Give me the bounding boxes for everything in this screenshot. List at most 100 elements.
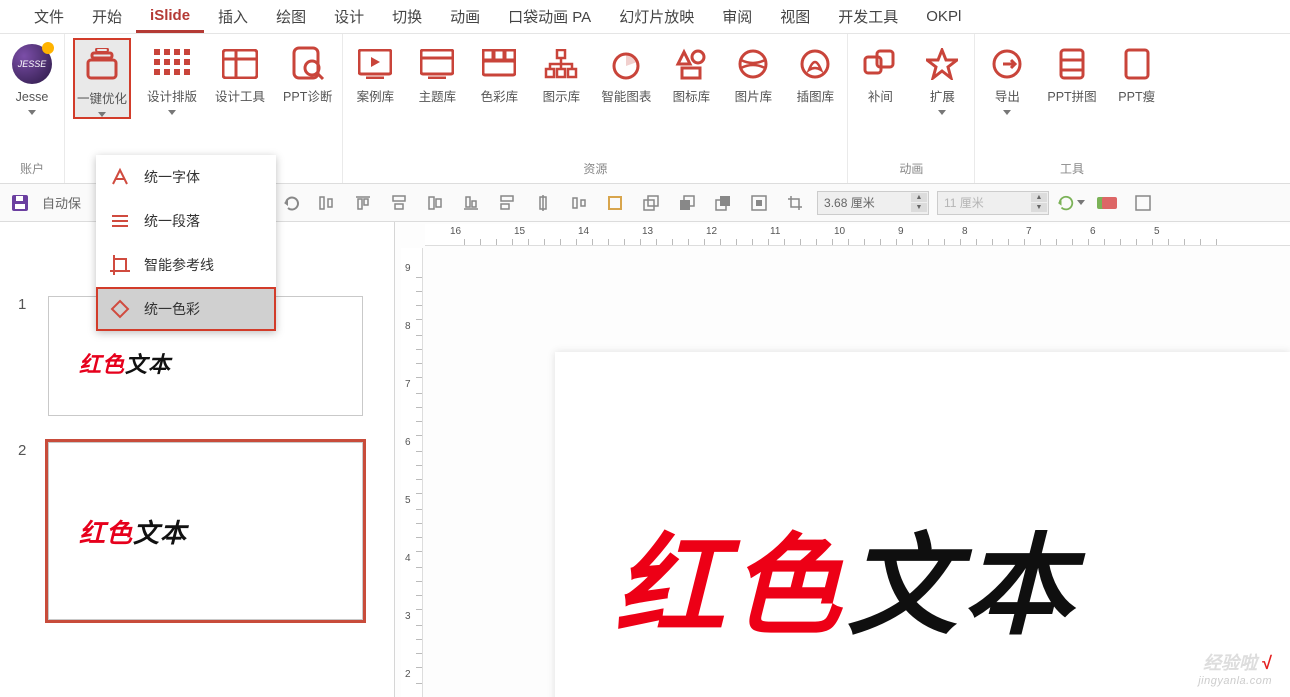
smart-guide-item[interactable]: 智能参考线 [96, 243, 276, 287]
design-tools-button[interactable]: 设计工具 [213, 38, 267, 104]
optimize-dropdown: 统一字体 统一段落 智能参考线 统一色彩 [96, 155, 276, 331]
slide-text: 红色文本 [615, 532, 1079, 642]
unify-font-item[interactable]: 统一字体 [96, 155, 276, 199]
watermark-check-icon: √ [1262, 653, 1272, 673]
tab-pocket[interactable]: 口袋动画 PA [494, 0, 605, 33]
tab-draw[interactable]: 绘图 [262, 0, 320, 33]
align-tool-4[interactable] [421, 189, 449, 217]
width-input-wrap: ▲▼ [817, 191, 929, 215]
one-key-optimize-button[interactable]: 一键优化 [73, 38, 131, 119]
undo-button[interactable] [277, 189, 305, 217]
thumb-2[interactable]: 红色文本 [48, 442, 363, 620]
shapes-icon [669, 42, 713, 86]
shape-tool-4[interactable] [709, 189, 737, 217]
ruler-horizontal: 1615141312111098765 [425, 224, 1290, 246]
font-icon [110, 167, 130, 187]
shape-tool-3[interactable] [673, 189, 701, 217]
unify-color-label: 统一色彩 [144, 299, 200, 319]
group-title-resources: 资源 [351, 158, 839, 181]
thumb-1-red: 红色 [79, 347, 125, 379]
tab-islide[interactable]: iSlide [136, 1, 204, 33]
stitch-button[interactable]: PPT拼图 [1045, 38, 1098, 104]
play-box-icon [353, 42, 397, 86]
canvas-area: 1615141312111098765 98765432 红色文本 经验啦 √ … [395, 222, 1290, 697]
ppt-diag-button[interactable]: PPT诊断 [281, 38, 334, 104]
align-tool-3[interactable] [385, 189, 413, 217]
tab-insert[interactable]: 插入 [204, 0, 262, 33]
stitch-icon [1050, 42, 1094, 86]
shape-tool-5[interactable] [745, 189, 773, 217]
extend-label: 扩展 [930, 90, 955, 104]
smart-chart-button[interactable]: 智能图表 [599, 38, 653, 104]
tools-label: 设计工具 [215, 90, 265, 104]
align-tool-1[interactable] [313, 189, 341, 217]
align-tool-8[interactable] [565, 189, 593, 217]
tab-file[interactable]: 文件 [20, 0, 78, 33]
menu-bar: 文件 开始 iSlide 插入 绘图 设计 切换 动画 口袋动画 PA 幻灯片放… [0, 0, 1290, 34]
chevron-down-icon [1003, 110, 1011, 115]
rocket-icon [793, 42, 837, 86]
optimize-icon [80, 44, 124, 88]
diagrams-button[interactable]: 图示库 [537, 38, 585, 104]
ribbon-group-anim: 补间 扩展 动画 [848, 34, 975, 183]
tween-label: 补间 [868, 90, 893, 104]
export-label: 导出 [995, 90, 1020, 104]
stitch-label: PPT拼图 [1047, 90, 1096, 104]
layout-label: 设计排版 [147, 90, 197, 104]
autosave-label: 自动保 [42, 193, 81, 212]
tab-anim[interactable]: 动画 [436, 0, 494, 33]
tab-okpl[interactable]: OKPl [912, 2, 975, 31]
export-button[interactable]: 导出 [983, 38, 1031, 115]
colors-button[interactable]: 色彩库 [475, 38, 523, 104]
themes-label: 主题库 [419, 90, 457, 104]
thumb-2-number: 2 [18, 442, 34, 620]
tab-transition[interactable]: 切换 [378, 0, 436, 33]
icons-lib-button[interactable]: 图标库 [667, 38, 715, 104]
align-tool-5[interactable] [457, 189, 485, 217]
star-icon [920, 42, 964, 86]
width-spin-down[interactable]: ▼ [911, 203, 927, 212]
thumb-1-blk: 文本 [125, 347, 171, 379]
shrink-label: PPT瘦 [1118, 90, 1155, 104]
illus-label: 插图库 [797, 90, 835, 104]
crop-tool[interactable] [781, 189, 809, 217]
smart-label: 智能图表 [601, 90, 651, 104]
tab-home[interactable]: 开始 [78, 0, 136, 33]
watermark-text: 经验啦 [1203, 653, 1257, 673]
height-spin-up[interactable]: ▲ [1031, 193, 1047, 202]
tween-icon [858, 42, 902, 86]
tag-button[interactable] [1093, 189, 1121, 217]
slide-canvas[interactable]: 红色文本 [555, 352, 1290, 697]
extend-button[interactable]: 扩展 [918, 38, 966, 115]
shape-tool-2[interactable] [637, 189, 665, 217]
images-lib-button[interactable]: 图片库 [729, 38, 777, 104]
tab-review[interactable]: 审阅 [708, 0, 766, 33]
tab-slideshow[interactable]: 幻灯片放映 [605, 0, 708, 33]
tab-dev[interactable]: 开发工具 [824, 0, 912, 33]
unify-para-item[interactable]: 统一段落 [96, 199, 276, 243]
refresh-button[interactable] [1057, 189, 1085, 217]
shape-tool-1[interactable] [601, 189, 629, 217]
themes-button[interactable]: 主题库 [413, 38, 461, 104]
account-button[interactable]: JESSE Jesse [8, 38, 56, 115]
align-tool-6[interactable] [493, 189, 521, 217]
unify-color-item[interactable]: 统一色彩 [96, 287, 276, 331]
smart-guide-label: 智能参考线 [144, 255, 214, 275]
watermark: 经验啦 √ jingyanla.com [1198, 649, 1272, 687]
layout-button[interactable]: 设计排版 [145, 38, 199, 115]
tween-button[interactable]: 补间 [856, 38, 904, 104]
shrink-button[interactable]: PPT瘦 [1113, 38, 1161, 104]
height-spin-down[interactable]: ▼ [1031, 203, 1047, 212]
save-button[interactable] [6, 189, 34, 217]
align-tool-2[interactable] [349, 189, 377, 217]
cases-button[interactable]: 案例库 [351, 38, 399, 104]
colors-label: 色彩库 [481, 90, 519, 104]
cases-label: 案例库 [357, 90, 395, 104]
illustration-button[interactable]: 插图库 [791, 38, 839, 104]
tab-design[interactable]: 设计 [320, 0, 378, 33]
width-spin-up[interactable]: ▲ [911, 193, 927, 202]
align-tool-7[interactable] [529, 189, 557, 217]
shrink-icon [1115, 42, 1159, 86]
more-tool[interactable] [1129, 189, 1157, 217]
tab-view[interactable]: 视图 [766, 0, 824, 33]
